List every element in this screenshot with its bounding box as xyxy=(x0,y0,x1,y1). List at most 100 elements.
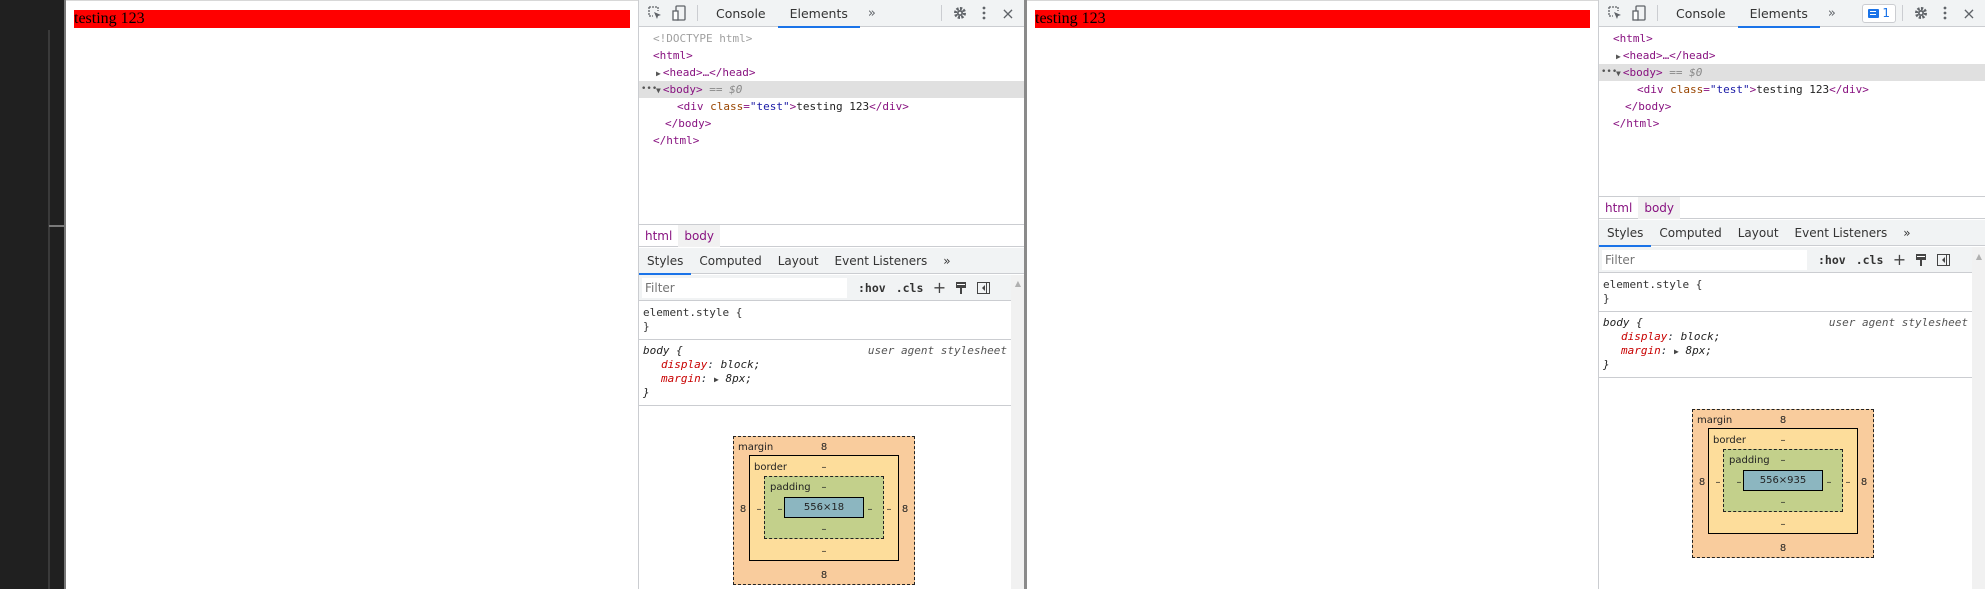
box-model-diagram: margin 8 8 8 8 border – – – – padding – … xyxy=(733,436,915,585)
more-options-icon[interactable]: ••• xyxy=(1601,64,1617,81)
breadcrumb-body[interactable]: body xyxy=(678,224,721,247)
dom-node-head[interactable]: ▶ <head>…</head> xyxy=(1599,47,1985,64)
test-div: testing 123 xyxy=(74,10,630,28)
tab-event-listeners[interactable]: Event Listeners xyxy=(827,248,936,274)
styles-scrollbar[interactable] xyxy=(1972,247,1985,589)
cls-button[interactable]: .cls xyxy=(1851,253,1889,267)
body-style-rule[interactable]: body { user agent stylesheet display: bl… xyxy=(1599,312,1972,378)
toolbar-separator xyxy=(1657,5,1658,21)
styles-pane: element.style { } body { user agent styl… xyxy=(1599,274,1972,378)
more-options-icon[interactable]: ••• xyxy=(641,81,657,98)
tab-event-listeners[interactable]: Event Listeners xyxy=(1787,220,1896,246)
dom-node-body[interactable]: ••• ▼ <body> == $0 xyxy=(639,81,1024,98)
element-style-rule[interactable]: element.style { } xyxy=(1599,274,1972,312)
new-style-rule-icon[interactable]: + xyxy=(1888,250,1910,270)
styles-filter-bar: :hov .cls + xyxy=(639,275,1011,301)
breadcrumb: html body xyxy=(1599,196,1985,219)
breadcrumb-html[interactable]: html xyxy=(1599,197,1638,219)
more-panel-tabs-button[interactable]: » xyxy=(1895,220,1918,246)
tab-elements[interactable]: Elements xyxy=(777,0,861,28)
dom-node-html[interactable]: <html> xyxy=(1599,30,1985,47)
test-div: testing 123 xyxy=(1035,10,1590,28)
tab-console[interactable]: Console xyxy=(704,0,778,27)
inspect-element-icon[interactable] xyxy=(643,0,667,27)
box-model-content[interactable]: 556×18 xyxy=(784,497,864,518)
breadcrumb: html body xyxy=(639,224,1024,247)
hov-button[interactable]: :hov xyxy=(1813,253,1851,267)
tab-console[interactable]: Console xyxy=(1664,0,1738,27)
expand-triangle-icon[interactable]: ▶ xyxy=(1674,347,1679,356)
toolbar-separator xyxy=(697,5,698,21)
devtools-toolbar: Console Elements » × xyxy=(639,0,1024,28)
filter-input[interactable] xyxy=(642,277,847,298)
dom-node-body-close[interactable]: </body> xyxy=(1599,98,1985,115)
expand-triangle-icon[interactable]: ▶ xyxy=(1616,52,1621,61)
issues-badge[interactable]: 1 xyxy=(1862,3,1896,23)
body-style-rule[interactable]: body { user agent stylesheet display: bl… xyxy=(639,340,1011,406)
more-tabs-button[interactable]: » xyxy=(1820,6,1844,21)
close-icon[interactable]: × xyxy=(1957,0,1981,27)
filter-input[interactable] xyxy=(1602,249,1807,270)
gear-icon[interactable] xyxy=(948,0,972,27)
editor-background xyxy=(0,0,66,589)
paint-brush-icon[interactable] xyxy=(1910,250,1932,270)
tab-elements[interactable]: Elements xyxy=(1737,0,1821,28)
tab-layout[interactable]: Layout xyxy=(1730,220,1787,246)
dom-node-html-close[interactable]: </html> xyxy=(639,132,1024,149)
element-style-rule[interactable]: element.style { } xyxy=(639,302,1011,340)
scroll-up-arrow-icon[interactable]: ▲ xyxy=(1972,252,1985,261)
styles-scrollbar[interactable] xyxy=(1011,275,1024,589)
dom-node-body[interactable]: ••• ▼ <body> == $0 xyxy=(1599,64,1985,81)
dom-node-html-close[interactable]: </html> xyxy=(1599,115,1985,132)
message-icon xyxy=(1868,8,1880,18)
scroll-up-arrow-icon[interactable]: ▲ xyxy=(1011,279,1024,288)
box-model-content[interactable]: 556×935 xyxy=(1743,470,1823,491)
vertical-dots-icon[interactable] xyxy=(1933,0,1957,27)
style-property[interactable]: display: block; xyxy=(1603,330,1968,344)
more-panel-tabs-button[interactable]: » xyxy=(935,248,958,274)
style-property[interactable]: margin: ▶ 8px; xyxy=(643,372,1007,386)
toggle-sidebar-icon[interactable] xyxy=(1932,250,1954,270)
gear-icon[interactable] xyxy=(1909,0,1933,27)
hov-button[interactable]: :hov xyxy=(853,281,891,295)
inspect-element-icon[interactable] xyxy=(1603,0,1627,27)
rule-source[interactable]: user agent stylesheet xyxy=(1829,316,1968,329)
left-devtools-panel: Console Elements » × <!DOCTYPE html> <ht… xyxy=(638,0,1024,589)
vertical-dots-icon[interactable] xyxy=(972,0,996,27)
breadcrumb-body[interactable]: body xyxy=(1638,196,1681,219)
right-page-viewport: testing 123 xyxy=(1027,0,1598,589)
style-property[interactable]: margin: ▶ 8px; xyxy=(1603,344,1968,358)
new-style-rule-icon[interactable]: + xyxy=(928,278,950,298)
tab-styles[interactable]: Styles xyxy=(1599,220,1652,247)
sidebar-tabs: Styles Computed Layout Event Listeners » xyxy=(1599,220,1985,247)
dom-node-body-close[interactable]: </body> xyxy=(639,115,1024,132)
tab-layout[interactable]: Layout xyxy=(770,248,827,274)
dom-node-div[interactable]: <div class="test">testing 123</div> xyxy=(1599,81,1985,98)
dom-tree: <html> ▶ <head>…</head> ••• ▼ <body> == $0 … xyxy=(1599,30,1985,132)
cls-button[interactable]: .cls xyxy=(891,281,929,295)
close-icon[interactable]: × xyxy=(996,0,1020,27)
paint-brush-icon[interactable] xyxy=(950,278,972,298)
expand-triangle-icon[interactable]: ▶ xyxy=(656,69,661,78)
breadcrumb-html[interactable]: html xyxy=(639,225,678,247)
dom-node-doctype[interactable]: <!DOCTYPE html> xyxy=(639,30,1024,47)
expand-triangle-icon[interactable]: ▶ xyxy=(714,375,719,384)
dom-node-div[interactable]: <div class="test">testing 123</div> xyxy=(639,98,1024,115)
tab-styles[interactable]: Styles xyxy=(639,248,692,275)
toggle-sidebar-icon[interactable] xyxy=(972,278,994,298)
style-property[interactable]: display: block; xyxy=(643,358,1007,372)
styles-filter-bar: :hov .cls + xyxy=(1599,247,1972,273)
toolbar-separator xyxy=(941,5,942,21)
rule-source[interactable]: user agent stylesheet xyxy=(868,344,1007,357)
device-toolbar-icon[interactable] xyxy=(1627,0,1651,27)
more-tabs-button[interactable]: » xyxy=(860,6,884,21)
tab-computed[interactable]: Computed xyxy=(1651,220,1729,246)
device-toolbar-icon[interactable] xyxy=(667,0,691,27)
left-page-viewport: testing 123 xyxy=(66,0,638,589)
devtools-toolbar: Console Elements » 1 × xyxy=(1599,0,1985,28)
dom-tree: <!DOCTYPE html> <html> ▶ <head>…</head> •… xyxy=(639,30,1024,149)
right-devtools-panel: Console Elements » 1 × <html> ▶ <head>…</… xyxy=(1598,0,1985,589)
tab-computed[interactable]: Computed xyxy=(691,248,769,274)
dom-node-head[interactable]: ▶ <head>…</head> xyxy=(639,64,1024,81)
dom-node-html[interactable]: <html> xyxy=(639,47,1024,64)
